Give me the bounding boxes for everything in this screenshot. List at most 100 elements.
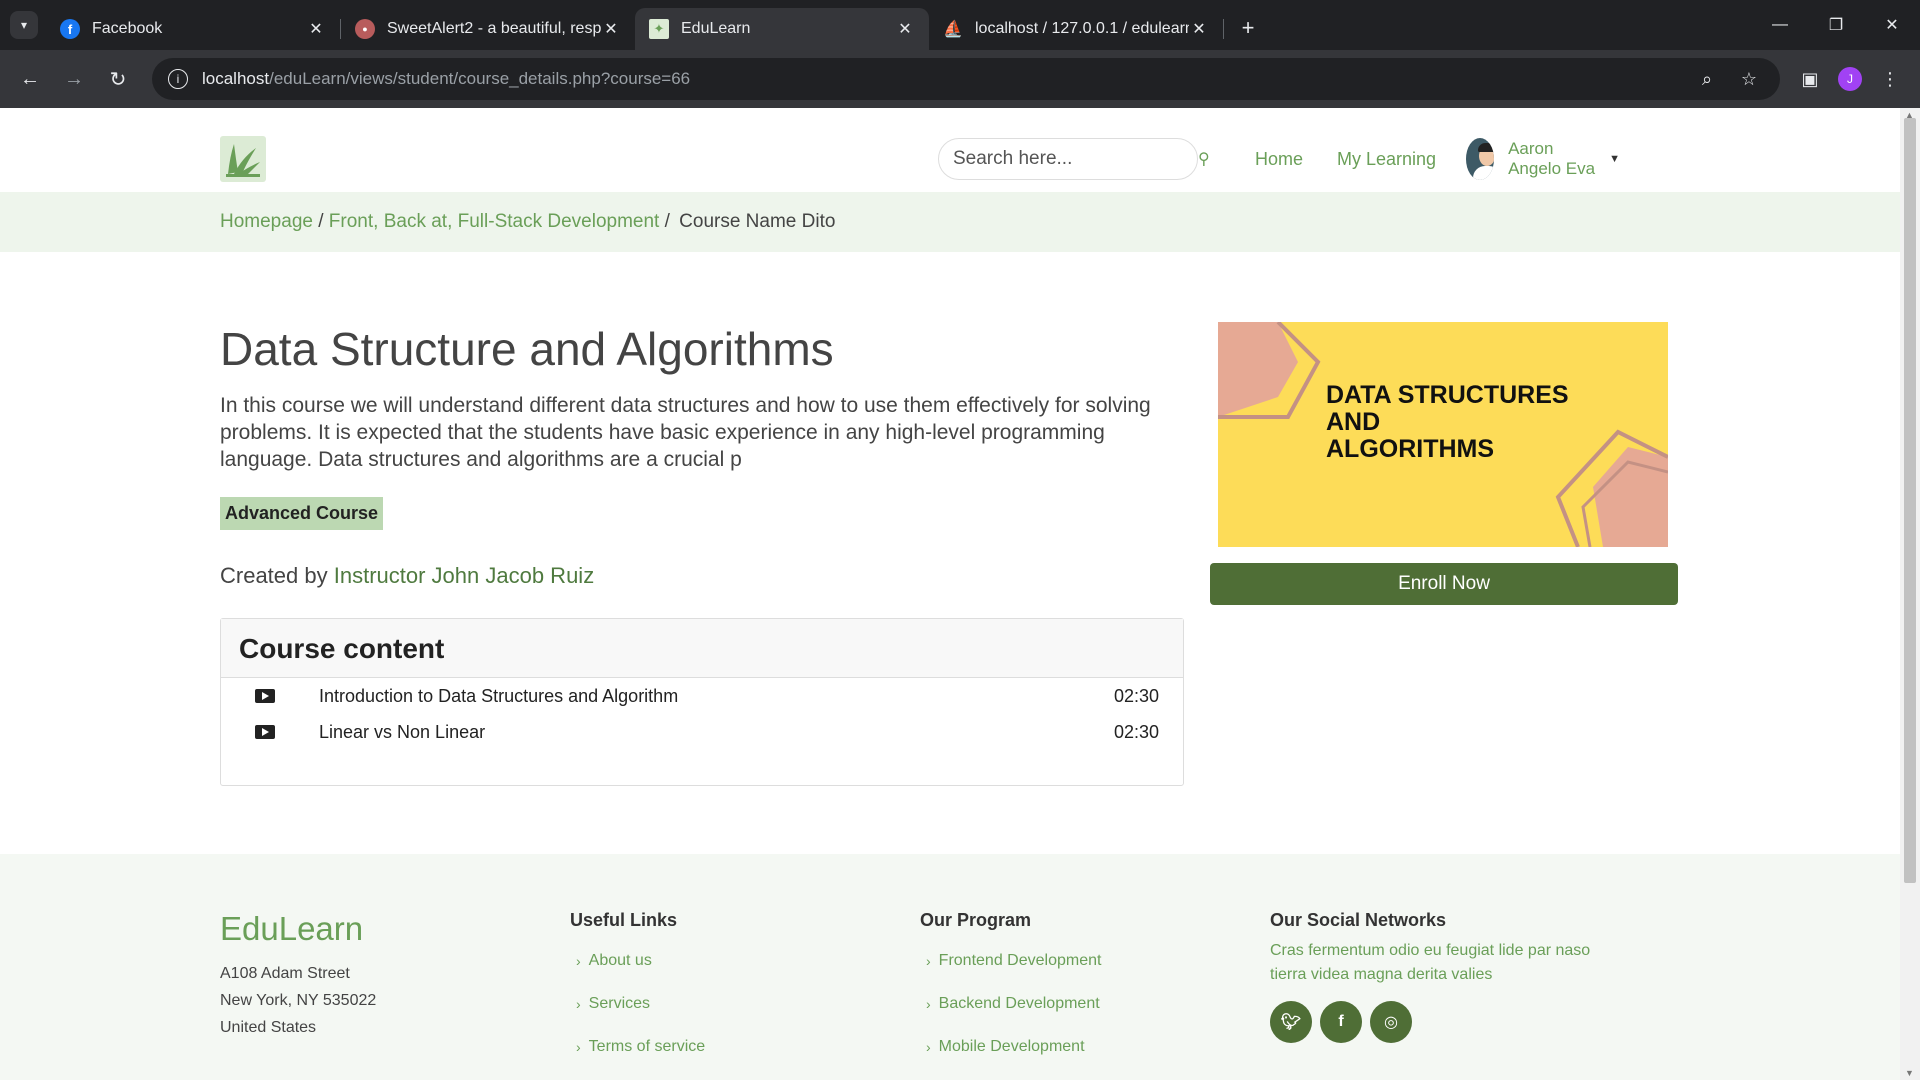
- footer-brand: EduLearn: [220, 910, 364, 947]
- profile-button[interactable]: J: [1830, 59, 1870, 99]
- browser-toolbar: ← → ↻ i localhost /eduLearn/views/studen…: [0, 50, 1920, 108]
- footer-useful-links: Useful Links › About us › Services › Terms …: [570, 910, 920, 1068]
- lesson-duration: 02:30: [1113, 685, 1159, 706]
- course-level-badge: Advanced Course: [220, 497, 384, 530]
- browser-tab-bar: ▾ f Facebook ✕ ● SweetAlert2 - a beautif…: [0, 0, 1920, 50]
- search-icon[interactable]: ⚲: [1198, 149, 1210, 169]
- url-path: /eduLearn/views/student/course_details.p…: [269, 69, 691, 88]
- breadcrumb-category-link[interactable]: Front, Back at, Full-Stack Development: [329, 211, 660, 232]
- footer-link-label: Mobile Development: [938, 1037, 1085, 1055]
- footer-link-label: Terms of service: [588, 1037, 706, 1055]
- footer-program: Our Program › Frontend Development › Backe…: [920, 910, 1270, 1068]
- footer-heading: Useful Links: [570, 910, 678, 930]
- created-by-label: Created by: [220, 563, 334, 588]
- zoom-icon[interactable]: ⌕: [1692, 69, 1722, 90]
- footer-link-about[interactable]: › About us: [570, 939, 920, 982]
- reload-icon[interactable]: ↻: [98, 59, 138, 99]
- footer-link-services[interactable]: › Services: [570, 982, 920, 1025]
- footer-link-frontend[interactable]: › Frontend Development: [920, 939, 1270, 982]
- course-content-heading: Course content: [221, 619, 1183, 678]
- breadcrumb-separator: /: [659, 211, 676, 232]
- minimize-icon[interactable]: —: [1752, 0, 1808, 50]
- page-scrollbar[interactable]: ▲ ▼: [1900, 108, 1920, 1080]
- chevron-right-icon: ›: [926, 995, 931, 1012]
- browser-tab-edulearn[interactable]: ✦ EduLearn ✕: [635, 8, 929, 50]
- chevron-right-icon: ›: [576, 1038, 581, 1055]
- caret-down-icon: ▼: [1609, 153, 1620, 165]
- lesson-item[interactable]: Introduction to Data Structures and Algo…: [221, 678, 1183, 714]
- sweetalert-icon: ●: [355, 19, 375, 39]
- created-by: Created by Instructor John Jacob Ruiz: [220, 563, 594, 589]
- address-line: New York, NY 535022: [220, 992, 377, 1009]
- chevron-right-icon: ›: [576, 995, 581, 1012]
- nav-my-learning-link[interactable]: My Learning: [1337, 149, 1436, 170]
- user-name: Aaron Angelo Eva: [1508, 139, 1596, 178]
- footer-link-mobile[interactable]: › Mobile Development: [920, 1025, 1270, 1068]
- new-tab-button[interactable]: +: [1232, 12, 1264, 44]
- close-icon[interactable]: ✕: [306, 19, 326, 39]
- breadcrumb-homepage-link[interactable]: Homepage: [220, 211, 313, 232]
- profile-avatar: J: [1838, 67, 1862, 91]
- lesson-name: Linear vs Non Linear: [319, 721, 486, 742]
- menu-kebab-icon[interactable]: ⋮: [1870, 59, 1910, 99]
- chevron-right-icon: ›: [926, 1038, 931, 1055]
- instructor-link[interactable]: Instructor John Jacob Ruiz: [334, 563, 594, 588]
- leaf-logo-icon: [226, 144, 260, 177]
- browser-tab-facebook[interactable]: f Facebook ✕: [46, 8, 340, 50]
- address-bar[interactable]: i localhost /eduLearn/views/student/cour…: [152, 58, 1780, 100]
- chevron-right-icon: ›: [576, 952, 581, 969]
- site-header: ⚲ Home My Learning Aaron Angelo Eva ▼: [0, 108, 1900, 192]
- tab-search-button[interactable]: ▾: [10, 11, 38, 39]
- search-box: ⚲: [938, 138, 1210, 180]
- restore-icon[interactable]: ❐: [1808, 0, 1864, 50]
- tab-title: EduLearn: [681, 20, 751, 37]
- search-input[interactable]: [953, 148, 1198, 170]
- edulearn-logo[interactable]: [220, 136, 266, 182]
- footer-link-label: Backend Development: [938, 994, 1100, 1012]
- scroll-down-icon[interactable]: ▼: [1905, 1068, 1914, 1078]
- address-line: A108 Adam Street: [220, 965, 350, 982]
- forward-arrow-icon[interactable]: →: [54, 59, 94, 99]
- footer-link-backend[interactable]: › Backend Development: [920, 982, 1270, 1025]
- instagram-icon[interactable]: ◎: [1370, 1001, 1412, 1043]
- course-description: In this course we will understand differ…: [220, 394, 1151, 471]
- address-line: United States: [220, 1019, 317, 1036]
- footer-brand-column: EduLearn A108 Adam Street New York, NY 5…: [220, 910, 570, 1068]
- user-menu[interactable]: Aaron Angelo Eva ▼: [1466, 138, 1620, 180]
- url-host: localhost: [202, 69, 270, 88]
- browser-tab-sweetalert[interactable]: ● SweetAlert2 - a beautiful, respo ✕: [341, 8, 635, 50]
- window-close-icon[interactable]: ✕: [1864, 0, 1920, 50]
- main-nav: Home My Learning: [1255, 149, 1436, 170]
- footer-heading: Our Social Networks: [1270, 910, 1447, 930]
- course-content-card: Course content Introduction to Data Stru…: [220, 618, 1184, 786]
- course-main: Data Structure and Algorithms In this co…: [220, 252, 1678, 854]
- browser-tab-phpmyadmin[interactable]: ⛵ localhost / 127.0.0.1 / edulearn ✕: [929, 8, 1223, 50]
- back-arrow-icon[interactable]: ←: [10, 59, 50, 99]
- tab-title: SweetAlert2 - a beautiful, respo: [387, 20, 601, 37]
- avatar: [1466, 138, 1495, 180]
- scrollbar-thumb[interactable]: [1904, 118, 1916, 883]
- twitter-icon[interactable]: 🐦︎: [1270, 1001, 1312, 1043]
- close-icon[interactable]: ✕: [895, 19, 915, 39]
- site-info-icon[interactable]: i: [168, 69, 188, 89]
- chevron-right-icon: ›: [926, 952, 931, 969]
- footer-link-label: Services: [588, 994, 651, 1012]
- edulearn-icon: ✦: [649, 19, 669, 39]
- lesson-item[interactable]: Linear vs Non Linear 02:30: [221, 714, 1183, 750]
- nav-home-link[interactable]: Home: [1255, 149, 1303, 170]
- site-footer: EduLearn A108 Adam Street New York, NY 5…: [0, 854, 1900, 1080]
- video-play-icon: [255, 725, 275, 739]
- facebook-icon[interactable]: f: [1320, 1001, 1362, 1043]
- footer-link-label: About us: [588, 951, 652, 969]
- bookmark-star-icon[interactable]: ☆: [1734, 69, 1764, 90]
- lesson-duration: 02:30: [1113, 721, 1159, 742]
- footer-address: A108 Adam Street New York, NY 535022 Uni…: [220, 960, 570, 1041]
- close-icon[interactable]: ✕: [1189, 19, 1209, 39]
- video-play-icon: [255, 689, 275, 703]
- breadcrumb-separator: /: [312, 211, 329, 232]
- side-panel-icon[interactable]: ▣: [1790, 59, 1830, 99]
- enroll-now-button[interactable]: Enroll Now: [1210, 563, 1678, 605]
- footer-link-terms[interactable]: › Terms of service: [570, 1025, 920, 1068]
- phpmyadmin-icon: ⛵: [943, 21, 963, 38]
- close-icon[interactable]: ✕: [601, 19, 621, 39]
